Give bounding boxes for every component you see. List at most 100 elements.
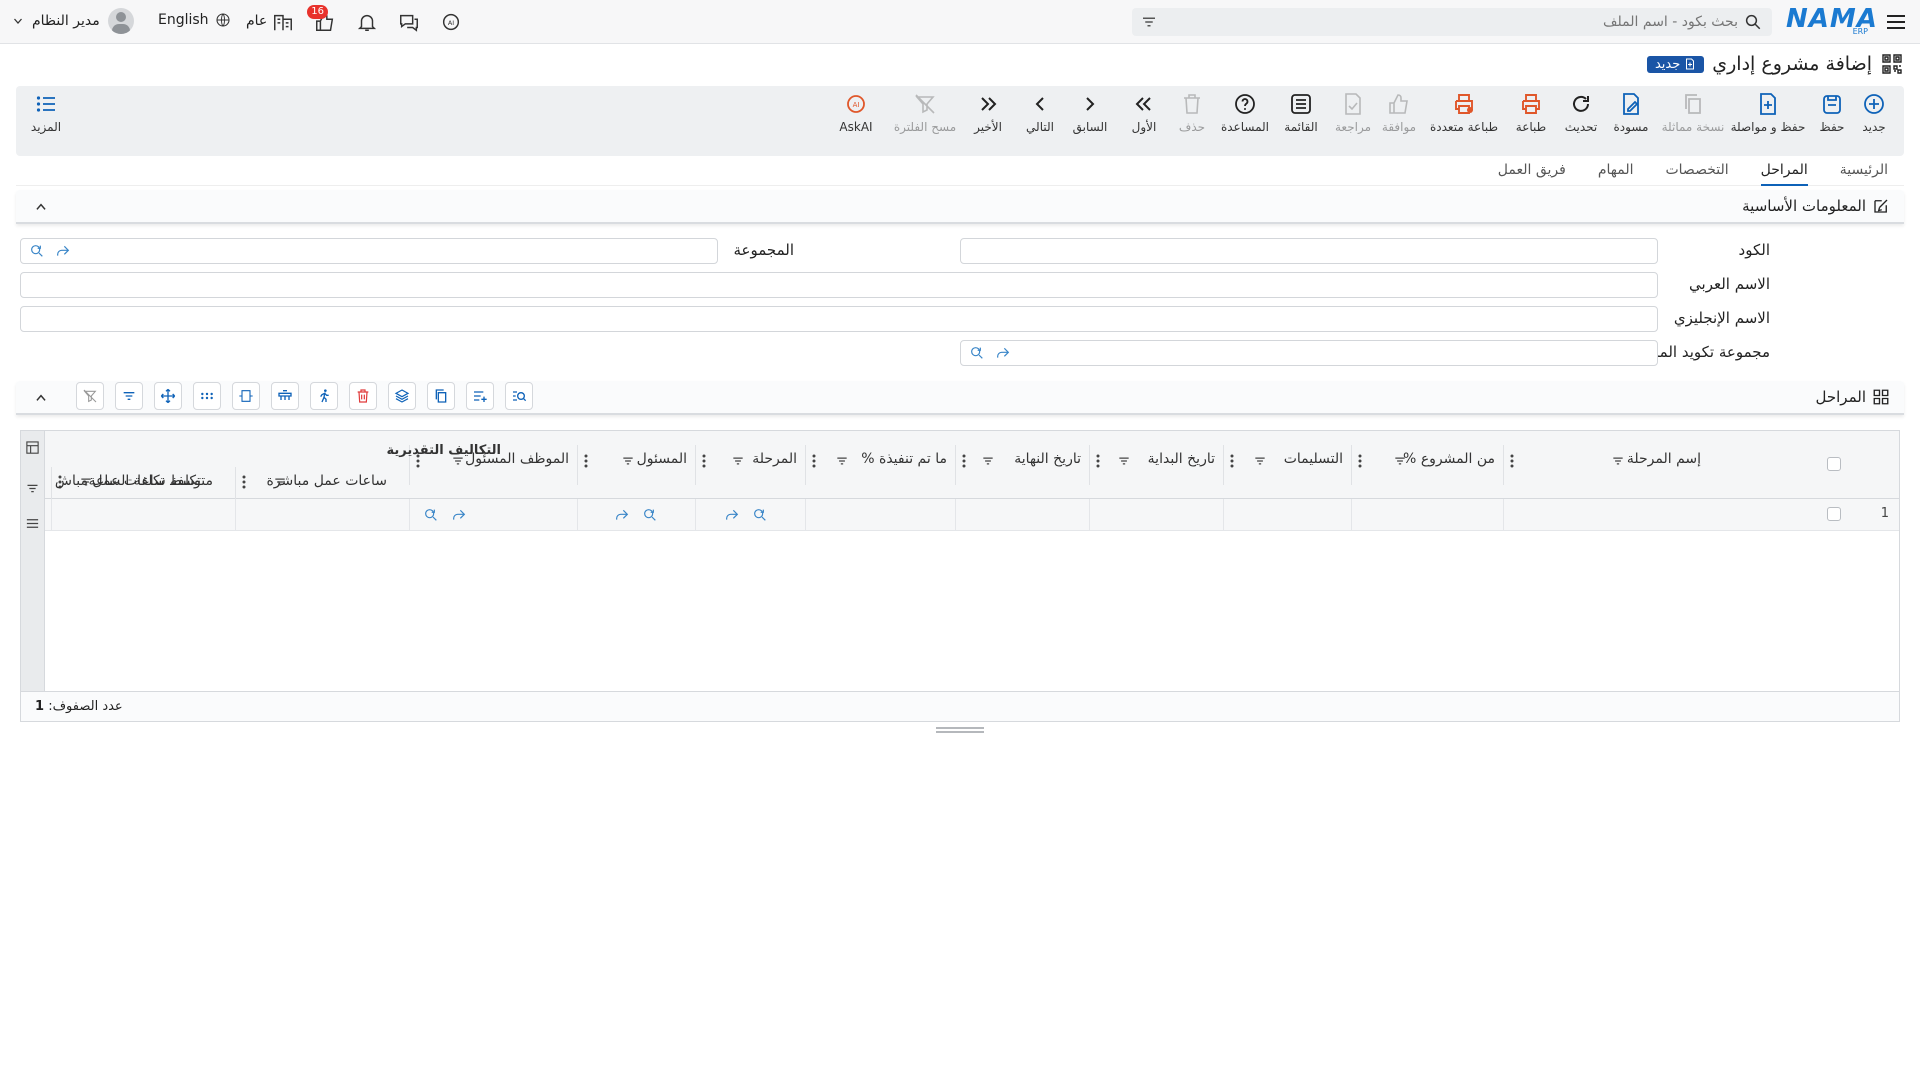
group-field[interactable]	[20, 238, 718, 264]
next-button[interactable]: التالي	[1018, 92, 1062, 150]
arabic-name-field[interactable]	[20, 272, 1658, 298]
filter-icon[interactable]	[1140, 13, 1158, 31]
ask-ai-button[interactable]: AI AskAI	[832, 92, 880, 150]
copy-row-button[interactable]	[427, 382, 455, 410]
menu-icon[interactable]	[1884, 10, 1908, 34]
column-stage-name[interactable]: إسم المرحلة	[1503, 445, 1709, 485]
cell-completed-percent[interactable]	[805, 499, 955, 531]
filter-button[interactable]	[115, 382, 143, 410]
approve-button[interactable]: موافقة	[1374, 92, 1424, 150]
multi-print-button[interactable]: طباعة متعددة	[1426, 92, 1502, 150]
stages-header[interactable]: المراحل	[16, 381, 1904, 415]
tab-team[interactable]: فريق العمل	[1498, 156, 1566, 186]
add-row-button[interactable]	[466, 382, 494, 410]
tab-main[interactable]: الرئيسية	[1840, 156, 1888, 186]
cell-stage-name[interactable]	[1503, 499, 1709, 531]
list-button[interactable]: القائمة	[1276, 92, 1326, 150]
share-icon[interactable]	[724, 507, 740, 523]
layers-button[interactable]	[388, 382, 416, 410]
run-button[interactable]	[310, 382, 338, 410]
row-checkbox[interactable]	[1827, 507, 1841, 521]
tab-stages[interactable]: المراحل	[1760, 156, 1808, 186]
column-start-date[interactable]: تاريخ البداية	[1089, 445, 1223, 485]
chevron-up-icon[interactable]	[34, 391, 48, 405]
branch-label[interactable]: عام	[246, 13, 270, 29]
delete-row-button[interactable]	[349, 382, 377, 410]
cell-stage[interactable]	[695, 499, 805, 531]
refresh-button[interactable]: تحديث	[1556, 92, 1606, 150]
filter-icon[interactable]	[273, 475, 287, 489]
share-icon[interactable]	[451, 507, 467, 523]
nama-logo[interactable]: NAMA ERP	[1786, 5, 1877, 37]
basic-info-header[interactable]: المعلومات الأساسية	[16, 190, 1904, 224]
columns-dots-button[interactable]	[193, 382, 221, 410]
resize-handle[interactable]	[936, 727, 984, 733]
share-icon[interactable]	[55, 243, 71, 259]
draft-button[interactable]: مسودة	[1606, 92, 1656, 150]
search-refresh-icon[interactable]	[29, 243, 45, 259]
search-refresh-icon[interactable]	[423, 507, 439, 523]
cell-deliverables[interactable]	[1223, 499, 1351, 531]
share-icon[interactable]	[995, 345, 1011, 361]
chat-icon[interactable]	[398, 11, 420, 33]
filter-icon[interactable]	[1611, 454, 1625, 468]
search-refresh-icon[interactable]	[969, 345, 985, 361]
save-continue-button[interactable]: حفظ و مواصلة	[1730, 92, 1806, 150]
last-button[interactable]: الأخير	[966, 92, 1010, 150]
cell-end-date[interactable]	[955, 499, 1089, 531]
filter-icon[interactable]	[1253, 454, 1267, 468]
table-icon[interactable]	[25, 440, 40, 455]
column-responsible[interactable]: المسئول	[577, 445, 695, 485]
user-menu[interactable]: مدير النظام	[12, 8, 134, 34]
review-button[interactable]: مراجعة	[1328, 92, 1378, 150]
cell-project-percent[interactable]	[1351, 499, 1503, 531]
cell-direct-hours[interactable]	[235, 499, 409, 531]
kebab-icon[interactable]	[1358, 454, 1362, 468]
column-stage[interactable]: المرحلة	[695, 445, 805, 485]
select-all-checkbox[interactable]	[1827, 457, 1841, 471]
previous-button[interactable]: السابق	[1066, 92, 1114, 150]
column-end-date[interactable]: تاريخ النهاية	[955, 445, 1089, 485]
column-direct-hours-cost[interactable]: تكلفة ساعات عمل مباش	[45, 467, 201, 499]
column-project-percent[interactable]: % من المشروع	[1351, 445, 1503, 485]
qr-code-icon[interactable]	[1880, 52, 1904, 76]
clear-filter-button[interactable]: مسح الفلترة	[890, 92, 960, 150]
kebab-icon[interactable]	[1510, 454, 1514, 468]
menu-lines-icon[interactable]	[25, 516, 40, 531]
search-refresh-icon[interactable]	[752, 507, 768, 523]
table-insert-button[interactable]	[271, 382, 299, 410]
filter-icon[interactable]	[731, 454, 745, 468]
move-button[interactable]	[154, 382, 182, 410]
company-icon[interactable]	[272, 11, 294, 33]
kebab-icon[interactable]	[242, 475, 246, 489]
delete-button[interactable]: حذف	[1170, 92, 1214, 150]
code-field[interactable]	[960, 238, 1658, 264]
kebab-icon[interactable]	[702, 454, 706, 468]
english-name-field[interactable]	[20, 306, 1658, 332]
filter-icon[interactable]	[621, 454, 635, 468]
filter-icon[interactable]	[981, 454, 995, 468]
first-button[interactable]: الأول	[1124, 92, 1164, 150]
filter-icon[interactable]	[1393, 454, 1407, 468]
fit-width-button[interactable]	[232, 382, 260, 410]
column-completed-percent[interactable]: % ما تم تنفيذة	[805, 445, 955, 485]
search-refresh-icon[interactable]	[642, 507, 658, 523]
kebab-icon[interactable]	[1230, 454, 1234, 468]
copy-button[interactable]: نسخة مماثلة	[1660, 92, 1726, 150]
filter-icon[interactable]	[1117, 454, 1131, 468]
approvals-icon[interactable]: 16	[307, 5, 336, 33]
column-deliverables[interactable]: التسليمات	[1223, 445, 1351, 485]
kebab-icon[interactable]	[812, 454, 816, 468]
cell-start-date[interactable]	[1089, 499, 1223, 531]
stage-coding-group-field[interactable]	[960, 340, 1658, 366]
search-grid-button[interactable]	[505, 382, 533, 410]
more-button[interactable]: المزيد	[16, 92, 76, 150]
tab-specializations[interactable]: التخصصات	[1665, 156, 1728, 186]
chevron-up-icon[interactable]	[34, 200, 48, 214]
bell-icon[interactable]	[356, 11, 378, 33]
tab-tasks[interactable]: المهام	[1598, 156, 1634, 186]
kebab-icon[interactable]	[584, 454, 588, 468]
column-direct-hours[interactable]: ساعات عمل مباشرة	[235, 467, 409, 499]
filter-icon[interactable]	[835, 454, 849, 468]
language-switch[interactable]: English	[158, 12, 231, 28]
